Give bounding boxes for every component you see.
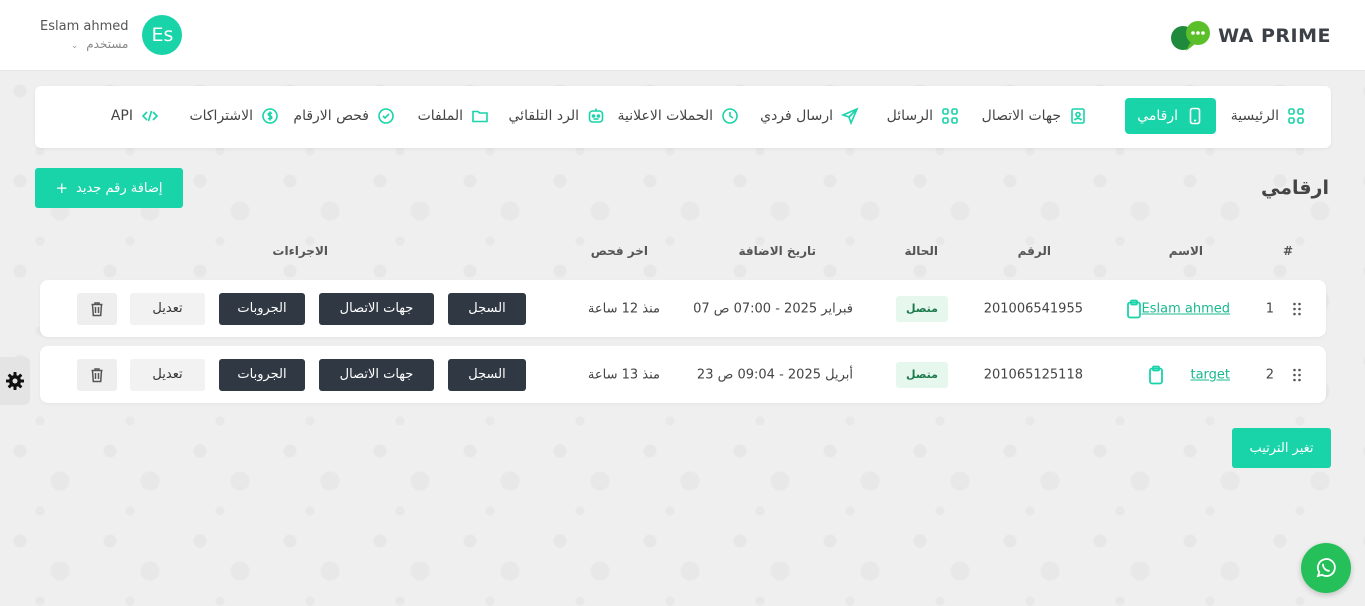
add-number-label: إضافة رقم جديد <box>76 180 163 196</box>
status-badge: متصل <box>896 361 948 388</box>
nav-item-check-numbers[interactable]: فحص الارقام <box>281 98 407 134</box>
nav-item-api[interactable]: API <box>99 98 171 134</box>
table-row: 2 target 201065125118 متصل 23 أبريل 2025… <box>40 346 1326 403</box>
user-menu[interactable]: Eslam ahmed ⌄ مستخدم Es <box>40 15 183 55</box>
row-added-date: 23 أبريل 2025 - 09:04 ص <box>696 367 853 382</box>
log-button[interactable]: السجل <box>448 358 526 391</box>
background-pattern <box>0 71 1365 606</box>
grid-icon <box>1288 108 1304 124</box>
clock-icon <box>722 108 738 124</box>
phone-icon <box>1189 107 1201 125</box>
nav-item-home[interactable]: الرئيسية <box>1219 98 1317 134</box>
row-last-check: منذ 12 ساعة <box>587 301 660 316</box>
whatsapp-chat-button[interactable] <box>1301 543 1351 593</box>
clipboard-icon[interactable] <box>1148 365 1164 385</box>
nav-item-files[interactable]: الملفات <box>406 98 501 134</box>
row-number: 201065125118 <box>983 367 1083 382</box>
user-name: Eslam ahmed <box>40 19 129 34</box>
add-number-button[interactable]: إضافة رقم جديد + <box>35 168 183 208</box>
nav-label-messages: الرسائل <box>886 108 933 124</box>
header-number: الرقم <box>1017 244 1051 258</box>
page-title: ارقامي <box>1260 177 1329 199</box>
plus-icon: + <box>55 179 69 197</box>
nav-label-contacts: جهات الاتصال <box>981 108 1061 124</box>
nav-label-home: الرئيسية <box>1230 108 1279 124</box>
row-added-date: 07 فبراير 2025 - 07:00 ص <box>693 301 853 316</box>
grid-icon <box>942 108 958 124</box>
header-added-date: تاريخ الاضافة <box>738 244 816 258</box>
user-info: Eslam ahmed ⌄ مستخدم <box>40 19 128 51</box>
settings-tab[interactable] <box>0 357 30 405</box>
row-index: 1 <box>1265 301 1274 316</box>
nav-label-numbers: ارقامي <box>1137 108 1178 124</box>
table-row: 1 Eslam ahmed 201006541955 متصل 07 فبراي… <box>40 280 1326 337</box>
row-last-check: منذ 13 ساعة <box>587 367 660 382</box>
nav-item-campaigns[interactable]: الحملات الاعلانية <box>606 98 751 134</box>
drag-handle-icon[interactable] <box>1292 302 1302 316</box>
nav-item-subscriptions[interactable]: الاشتراكات <box>177 98 291 134</box>
nav-label-files: الملفات <box>417 108 463 124</box>
drag-handle-icon[interactable] <box>1292 368 1302 382</box>
nav-label-autoreply: الرد التلقائي <box>508 108 580 124</box>
groups-button[interactable]: الجروبات <box>219 358 305 391</box>
send-icon <box>841 107 859 125</box>
trash-icon <box>91 301 103 316</box>
delete-button[interactable] <box>77 292 117 325</box>
gear-icon <box>6 372 24 390</box>
chevron-down-icon: ⌄ <box>70 41 79 51</box>
dollar-icon <box>262 108 278 124</box>
logo-icon <box>1170 19 1212 53</box>
brand-logo[interactable]: WA PRIME <box>1170 18 1331 54</box>
header-index: # <box>1282 244 1293 258</box>
reorder-button[interactable]: تغير الترتيب <box>1232 428 1331 468</box>
delete-button[interactable] <box>77 358 117 391</box>
nav-item-single-send[interactable]: ارسال فردي <box>748 98 871 134</box>
code-icon <box>141 110 159 122</box>
nav-item-autoreply[interactable]: الرد التلقائي <box>497 98 618 134</box>
check-circle-icon <box>378 108 394 124</box>
user-role: مستخدم <box>86 37 129 51</box>
row-index: 2 <box>1265 367 1274 382</box>
bot-icon <box>588 108 604 123</box>
nav-label-subscriptions: الاشتراكات <box>189 108 253 124</box>
whatsapp-icon <box>1316 558 1336 578</box>
edit-button[interactable]: تعديل <box>130 292 205 325</box>
header-name: الاسم <box>1168 244 1203 258</box>
nav-label-campaigns: الحملات الاعلانية <box>617 108 713 124</box>
header-status: الحالة <box>904 244 938 258</box>
contacts-button[interactable]: جهات الاتصال <box>319 292 434 325</box>
top-header: WA PRIME Eslam ahmed ⌄ مستخدم Es <box>0 0 1365 71</box>
nav-label-check-numbers: فحص الارقام <box>293 108 369 124</box>
row-number: 201006541955 <box>983 301 1083 316</box>
contacts-icon <box>1071 108 1085 124</box>
contacts-button[interactable]: جهات الاتصال <box>319 358 434 391</box>
nav-label-single-send: ارسال فردي <box>760 108 833 124</box>
brand-name: WA PRIME <box>1218 25 1331 47</box>
trash-icon <box>91 367 103 382</box>
nav-item-numbers[interactable]: ارقامي <box>1125 98 1216 134</box>
row-name-link[interactable]: Eslam ahmed <box>1142 301 1230 316</box>
user-role-row: ⌄ مستخدم <box>40 37 129 51</box>
nav-label-api: API <box>110 108 133 124</box>
nav-item-messages[interactable]: الرسائل <box>875 98 971 134</box>
nav-item-contacts[interactable]: جهات الاتصال <box>970 98 1099 134</box>
clipboard-icon[interactable] <box>1126 299 1142 319</box>
header-last-check: اخر فحص <box>590 244 648 258</box>
avatar[interactable]: Es <box>142 15 183 55</box>
row-name-link[interactable]: target <box>1190 367 1230 382</box>
header-actions: الاجراءات <box>272 244 328 258</box>
groups-button[interactable]: الجروبات <box>219 292 305 325</box>
folder-icon <box>472 110 488 123</box>
log-button[interactable]: السجل <box>448 292 526 325</box>
status-badge: متصل <box>896 295 948 322</box>
edit-button[interactable]: تعديل <box>130 358 205 391</box>
main-nav: الرئيسية ارقامي جهات الاتصال الرسائل ارس… <box>35 86 1331 148</box>
